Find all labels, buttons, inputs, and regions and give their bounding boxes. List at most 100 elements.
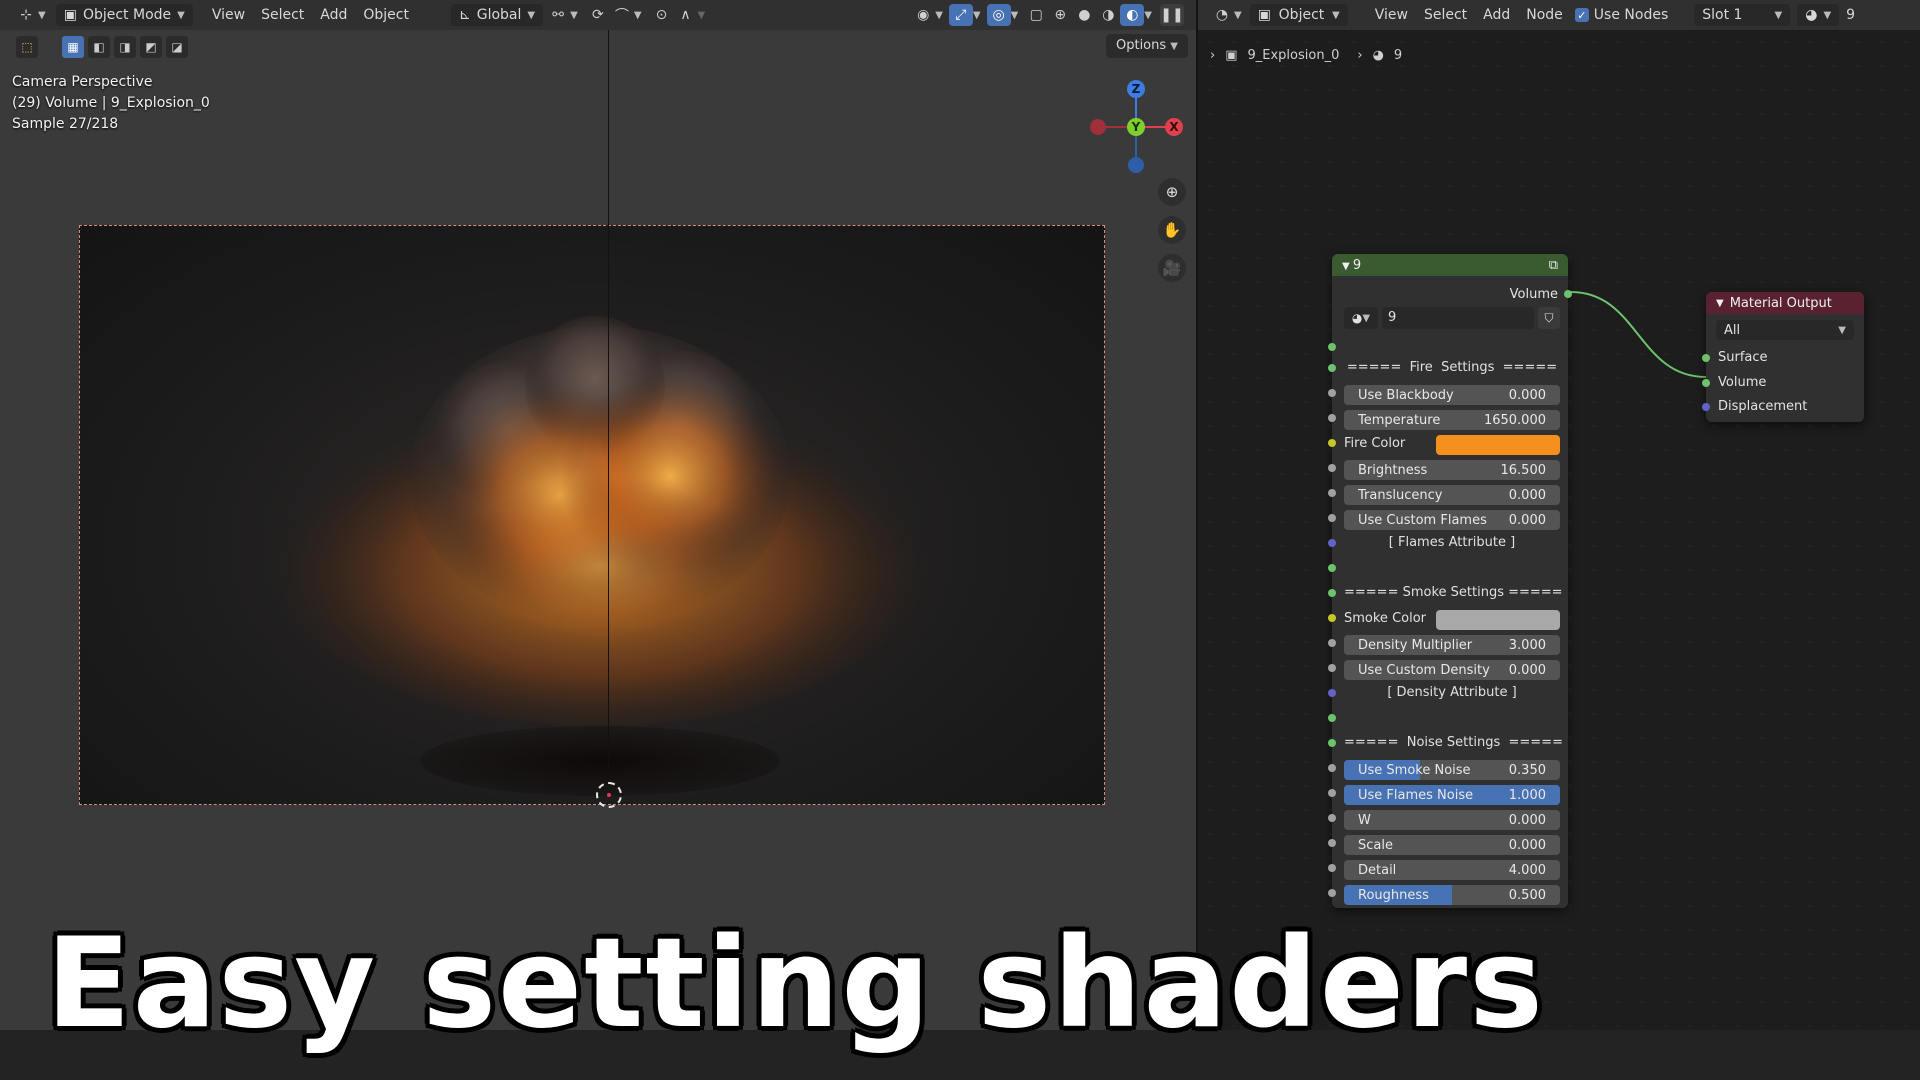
- material-output-header[interactable]: ▼ Material Output: [1706, 292, 1864, 314]
- node-menu-view[interactable]: View: [1367, 7, 1416, 23]
- mode-new-icon[interactable]: ▦: [62, 36, 84, 58]
- volume-input-socket[interactable]: [1702, 379, 1710, 387]
- render-target-dropdown[interactable]: All ▼: [1716, 320, 1854, 340]
- w-socket[interactable]: [1328, 814, 1336, 822]
- use-smoke-noise-socket[interactable]: [1328, 764, 1336, 772]
- use-custom-flames-socket[interactable]: [1328, 514, 1336, 522]
- detail-socket[interactable]: [1328, 864, 1336, 872]
- use-smoke-noise-slider[interactable]: Use Smoke Noise 0.350: [1344, 760, 1560, 780]
- overlay-toggle-icon[interactable]: ◎: [986, 4, 1011, 26]
- datablock-selector[interactable]: ◕ ▼ 9 ⛉: [1344, 307, 1560, 329]
- visibility-icon[interactable]: ◉: [911, 4, 935, 26]
- falloff-icon[interactable]: ∧: [674, 4, 698, 26]
- breadcrumb-object[interactable]: 9_Explosion_0: [1248, 48, 1340, 63]
- node-group-icon[interactable]: ⧉: [1549, 258, 1558, 273]
- editor-type-icon[interactable]: ⊹: [14, 4, 38, 26]
- shader-type-dropdown[interactable]: ▣ Object ▼: [1249, 4, 1348, 26]
- proportional-edit-icon[interactable]: ⊙: [650, 4, 674, 26]
- use-blackbody-socket[interactable]: [1328, 389, 1336, 397]
- input-socket-spacer-2[interactable]: [1328, 564, 1336, 572]
- density-multiplier-socket[interactable]: [1328, 639, 1336, 647]
- brightness-socket[interactable]: [1328, 464, 1336, 472]
- use-nodes-checkbox[interactable]: ✓: [1574, 8, 1589, 22]
- slot-dropdown[interactable]: Slot 1 ▼: [1694, 4, 1791, 26]
- input-socket-spacer-3[interactable]: [1328, 714, 1336, 722]
- material-name[interactable]: 9: [1842, 7, 1863, 23]
- wireframe-shading-icon[interactable]: ⊕: [1048, 4, 1072, 26]
- use-flames-noise-socket[interactable]: [1328, 789, 1336, 797]
- editor-type-icon[interactable]: ◔: [1210, 4, 1234, 26]
- navigation-gizmo[interactable]: Z X Y: [1081, 72, 1191, 182]
- shader-node-editor[interactable]: › ▣ 9_Explosion_0 › ◕ 9 ▼ 9 ⧉ Volume ◕ ▼…: [1198, 30, 1920, 1030]
- group-node-header[interactable]: ▼ 9 ⧉: [1332, 254, 1568, 276]
- camera-view-icon[interactable]: 🎥: [1158, 254, 1186, 282]
- temperature-field[interactable]: Temperature 1650.000: [1344, 410, 1560, 430]
- breadcrumb-material[interactable]: 9: [1394, 48, 1402, 63]
- mode-intersect-icon[interactable]: ◪: [166, 36, 188, 58]
- material-shading-icon[interactable]: ◑: [1096, 4, 1120, 26]
- input-socket-spacer-1[interactable]: [1328, 343, 1336, 351]
- neg-x-axis-handle[interactable]: [1090, 119, 1106, 135]
- use-flames-noise-slider[interactable]: Use Flames Noise 1.000: [1344, 785, 1560, 805]
- pause-icon[interactable]: ❚❚: [1160, 4, 1184, 26]
- temperature-socket[interactable]: [1328, 414, 1336, 422]
- datablock-name-field[interactable]: 9: [1382, 307, 1534, 329]
- smoke-color-socket[interactable]: [1328, 614, 1336, 622]
- gizmo-toggle-icon[interactable]: ⤢: [948, 4, 973, 26]
- roughness-socket[interactable]: [1328, 889, 1336, 897]
- mode-subtract-icon[interactable]: ◨: [114, 36, 136, 58]
- group-node[interactable]: ▼ 9 ⧉ Volume ◕ ▼ 9 ⛉ ===== Fire Settings…: [1328, 254, 1572, 908]
- datablock-browse-button[interactable]: ◕ ▼: [1344, 307, 1378, 329]
- select-box-tool-icon[interactable]: ⬚: [16, 36, 38, 58]
- brightness-field[interactable]: Brightness 16.500: [1344, 460, 1560, 480]
- rendered-shading-icon[interactable]: ◐: [1120, 4, 1145, 26]
- smoke-heading-socket[interactable]: [1328, 589, 1336, 597]
- surface-input-socket[interactable]: [1702, 354, 1710, 362]
- volume-output-socket[interactable]: [1564, 290, 1572, 298]
- collapse-chevron-icon[interactable]: ▼: [1342, 261, 1353, 272]
- use-custom-flames-field[interactable]: Use Custom Flames 0.000: [1344, 510, 1560, 530]
- solid-shading-icon[interactable]: ●: [1072, 4, 1096, 26]
- fire-color-socket[interactable]: [1328, 439, 1336, 447]
- snap-icon[interactable]: ⟳: [586, 4, 610, 26]
- scale-socket[interactable]: [1328, 839, 1336, 847]
- neg-z-axis-handle[interactable]: [1128, 157, 1144, 173]
- mode-invert-icon[interactable]: ◩: [140, 36, 162, 58]
- material-output-node[interactable]: ▼ Material Output All ▼ Surface Volume D…: [1702, 292, 1864, 422]
- flames-attribute-socket[interactable]: [1328, 539, 1336, 547]
- menu-select[interactable]: Select: [253, 7, 312, 23]
- scale-field[interactable]: Scale 0.000: [1344, 835, 1560, 855]
- material-browse-dropdown[interactable]: ◕ ▼: [1797, 4, 1840, 26]
- 3d-viewport[interactable]: ⬚ ▦ ◧ ◨ ◩ ◪ Options ▼ Camera Perspective…: [0, 30, 1196, 1030]
- use-custom-density-field[interactable]: Use Custom Density 0.000: [1344, 660, 1560, 680]
- noise-heading-socket[interactable]: [1328, 739, 1336, 747]
- xray-icon[interactable]: ▢: [1024, 4, 1048, 26]
- density-multiplier-field[interactable]: Density Multiplier 3.000: [1344, 635, 1560, 655]
- pivot-icon[interactable]: ⚯: [546, 4, 570, 26]
- pan-hand-icon[interactable]: ✋: [1158, 216, 1186, 244]
- roughness-slider[interactable]: Roughness 0.500: [1344, 885, 1560, 905]
- use-custom-density-socket[interactable]: [1328, 664, 1336, 672]
- collapse-chevron-icon[interactable]: ▼: [1716, 298, 1724, 309]
- snap-target-icon[interactable]: ⌒: [610, 4, 634, 26]
- node-menu-select[interactable]: Select: [1416, 7, 1475, 23]
- detail-field[interactable]: Detail 4.000: [1344, 860, 1560, 880]
- w-field[interactable]: W 0.000: [1344, 810, 1560, 830]
- fire-heading-socket[interactable]: [1328, 364, 1336, 372]
- zoom-icon[interactable]: ⊕: [1158, 178, 1186, 206]
- orientation-dropdown[interactable]: ⊾ Global ▼: [451, 4, 544, 26]
- mode-dropdown[interactable]: ▣ Object Mode ▼: [55, 4, 193, 26]
- fake-user-icon[interactable]: ⛉: [1538, 307, 1560, 329]
- node-menu-node[interactable]: Node: [1518, 7, 1571, 23]
- menu-object[interactable]: Object: [355, 7, 417, 23]
- menu-add[interactable]: Add: [312, 7, 355, 23]
- menu-view[interactable]: View: [204, 7, 253, 23]
- mode-extend-icon[interactable]: ◧: [88, 36, 110, 58]
- displacement-input-socket[interactable]: [1702, 403, 1710, 411]
- node-menu-add[interactable]: Add: [1475, 7, 1518, 23]
- 3d-cursor-icon[interactable]: [596, 782, 622, 808]
- translucency-socket[interactable]: [1328, 489, 1336, 497]
- translucency-field[interactable]: Translucency 0.000: [1344, 485, 1560, 505]
- density-attribute-socket[interactable]: [1328, 689, 1336, 697]
- smoke-color-swatch[interactable]: [1436, 610, 1560, 630]
